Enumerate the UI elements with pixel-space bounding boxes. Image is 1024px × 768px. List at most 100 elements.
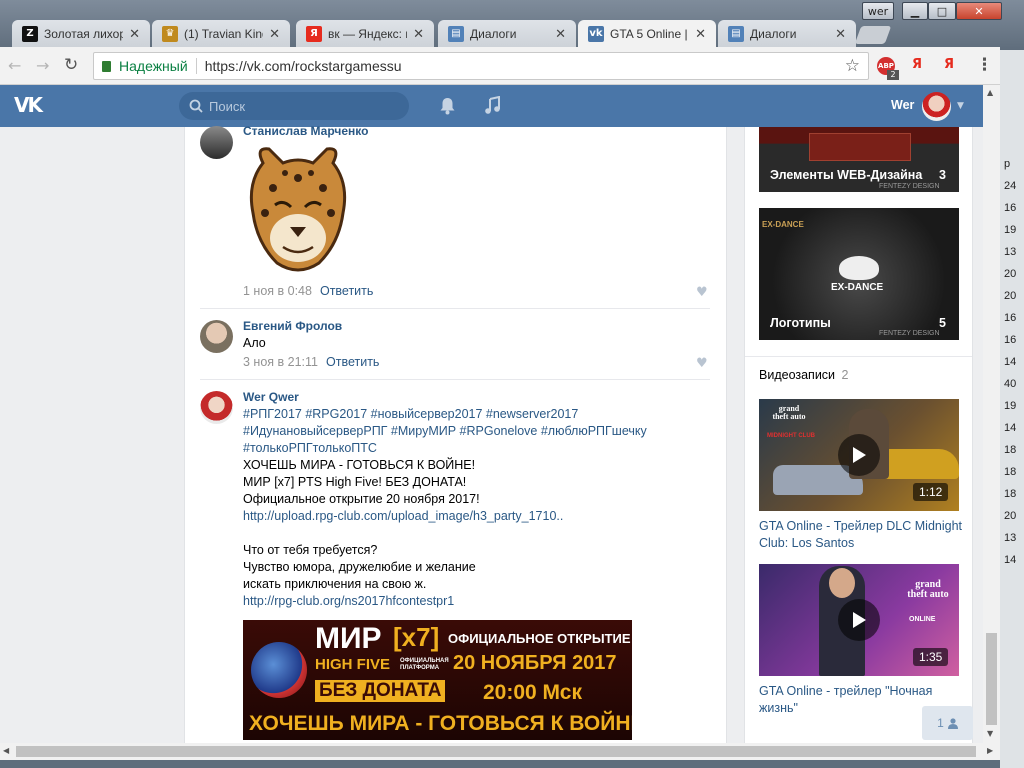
- tab-close-icon[interactable]: ✕: [129, 26, 140, 42]
- horizontal-scrollbar[interactable]: ◀ ▶: [0, 743, 1000, 760]
- tab-4[interactable]: vk GTA 5 Online | ✕: [578, 20, 716, 47]
- scrollbar-thumb[interactable]: [16, 746, 976, 757]
- forward-button[interactable]: →: [36, 56, 49, 75]
- background-cell: 18: [1004, 466, 1017, 478]
- videos-section-header[interactable]: Видеозаписи 2: [759, 368, 848, 382]
- search-input[interactable]: Поиск: [179, 92, 409, 120]
- scroll-left-arrow[interactable]: ◀: [3, 746, 9, 755]
- url-text[interactable]: https://vk.com/rockstargamessu: [205, 58, 402, 74]
- video-thumbnail[interactable]: grand theft auto MIDNIGHT CLUB 1:12: [759, 399, 959, 511]
- comment-meta: 3 ноя в 21:11 Ответить: [243, 355, 380, 369]
- promo-banner-image[interactable]: МИР [x7] ОФИЦИАЛЬНОЕ ОТКРЫТИЕ HIGH FIVE …: [243, 620, 632, 740]
- tab-favicon-icon: ♛: [162, 25, 178, 42]
- album-logos[interactable]: EX-DANCE EX-DANCE Логотипы 5 FENTEZY DES…: [759, 208, 959, 340]
- chevron-down-icon[interactable]: ▼: [957, 101, 964, 111]
- background-cell: 18: [1004, 444, 1017, 456]
- comment-meta: 1 ноя в 0:48 Ответить: [243, 284, 374, 298]
- address-bar[interactable]: Надежный https://vk.com/rockstargamessu …: [93, 52, 869, 80]
- post-text-line: искать приключения на свою ж.: [243, 577, 427, 591]
- tab-2[interactable]: Явк — Яндекс: н ✕: [296, 20, 434, 47]
- album-brand: FENTEZY DESIGN: [879, 330, 940, 337]
- tab-label: GTA 5 Online |: [610, 26, 688, 41]
- post-link[interactable]: http://rpg-club.org/ns2017hfcontestpr1: [243, 593, 713, 610]
- current-user-name[interactable]: Wer: [891, 98, 914, 112]
- post-text-line: Официальное открытие 20 ноября 2017!: [243, 492, 480, 506]
- play-icon[interactable]: [838, 599, 880, 641]
- background-cell: 18: [1004, 488, 1017, 500]
- post-link[interactable]: http://upload.rpg-club.com/upload_image/…: [243, 508, 713, 525]
- comment-author[interactable]: Станислав Марченко: [243, 124, 368, 138]
- comment-author[interactable]: Евгений Фролов: [243, 319, 342, 333]
- leopard-sticker[interactable]: [243, 143, 353, 275]
- video-duration: 1:12: [913, 483, 949, 501]
- tab-close-icon[interactable]: ✕: [413, 26, 424, 42]
- album-count: 3: [939, 168, 946, 182]
- avatar[interactable]: [200, 126, 233, 159]
- avatar[interactable]: [200, 391, 233, 424]
- tab-1[interactable]: ♛ (1) Travian King ✕: [152, 20, 290, 47]
- lock-icon: [102, 60, 111, 72]
- background-cell: 16: [1004, 312, 1017, 324]
- friends-online-button[interactable]: 1: [922, 706, 973, 740]
- album-label: Элементы WEB-Дизайна: [770, 168, 923, 182]
- album-web-design[interactable]: Элементы WEB-Дизайна 3 FENTEZY DESIGN: [759, 127, 959, 192]
- bookmark-star-icon[interactable]: ☆: [845, 56, 860, 76]
- like-heart-icon[interactable]: ♥: [696, 356, 708, 371]
- tab-close-icon[interactable]: ✕: [269, 26, 280, 42]
- tab-close-icon[interactable]: ✕: [835, 26, 846, 42]
- tab-favicon-icon: Z: [22, 25, 38, 42]
- post-link[interactable]: #толькоРПГтолькоПТС: [243, 440, 713, 457]
- like-heart-icon[interactable]: ♥: [696, 285, 708, 300]
- tab-5[interactable]: ▤ Диалоги ✕: [718, 20, 856, 47]
- bell-icon[interactable]: [439, 97, 456, 115]
- vertical-scrollbar[interactable]: ▲ ▼: [983, 85, 1000, 743]
- scroll-right-arrow[interactable]: ▶: [987, 746, 993, 755]
- tab-close-icon[interactable]: ✕: [555, 26, 566, 42]
- music-icon[interactable]: [484, 96, 501, 115]
- tab-favicon-icon: ▤: [448, 25, 464, 42]
- background-cell: 16: [1004, 334, 1017, 346]
- tab-label: Диалоги: [470, 26, 517, 41]
- back-button[interactable]: ←: [8, 56, 21, 75]
- tab-3[interactable]: ▤ Диалоги ✕: [438, 20, 576, 47]
- background-cell: 14: [1004, 554, 1017, 566]
- background-cell: 13: [1004, 532, 1017, 544]
- divider: [200, 308, 710, 309]
- album-label: Логотипы: [770, 316, 831, 330]
- comment-author[interactable]: Wer Qwer: [243, 390, 299, 404]
- reply-link[interactable]: Ответить: [326, 355, 379, 369]
- browser-menu-icon[interactable]: ⋮: [976, 55, 993, 75]
- post-link[interactable]: #РПГ2017 #RPG2017 #новыйсервер2017 #news…: [243, 406, 713, 423]
- scroll-down-arrow[interactable]: ▼: [987, 729, 993, 738]
- scrollbar-thumb[interactable]: [986, 633, 997, 725]
- tab-close-icon[interactable]: ✕: [695, 26, 706, 42]
- post-text-line: МИР [x7] PTS High Five! БЕЗ ДОНАТА!: [243, 475, 467, 489]
- yandex-bar-icon[interactable]: Я: [944, 57, 954, 72]
- background-cell: 40: [1004, 378, 1017, 390]
- post-link[interactable]: #ИдунановыйсерверРПГ #МируМИР #RPGonelov…: [243, 423, 713, 440]
- current-user-avatar[interactable]: [922, 92, 951, 121]
- play-icon[interactable]: [838, 434, 880, 476]
- video-thumbnail[interactable]: grand theft auto ONLINE 1:35: [759, 564, 959, 676]
- yandex-extension-icon[interactable]: Я: [912, 57, 922, 72]
- album-count: 5: [939, 316, 946, 330]
- reply-link[interactable]: Ответить: [320, 284, 373, 298]
- tab-0[interactable]: Z Золотая лихор ✕: [12, 20, 150, 47]
- video-title[interactable]: GTA Online - Трейлер DLC Midnight Club: …: [759, 518, 964, 552]
- tab-label: вк — Яндекс: н: [328, 26, 408, 41]
- album-brand: FENTEZY DESIGN: [879, 183, 940, 190]
- scroll-up-arrow[interactable]: ▲: [987, 88, 993, 97]
- user-profile-badge[interactable]: wer: [862, 2, 894, 20]
- maximize-button[interactable]: □: [928, 2, 956, 20]
- tab-label: (1) Travian King: [184, 26, 264, 41]
- vk-logo[interactable]: VK: [14, 93, 48, 119]
- background-cell: 19: [1004, 224, 1017, 236]
- globe-logo: [251, 642, 307, 698]
- adblock-count-badge: 2: [887, 70, 899, 80]
- minimize-button[interactable]: ▁: [902, 2, 928, 20]
- avatar[interactable]: [200, 320, 233, 353]
- close-window-button[interactable]: ✕: [956, 2, 1002, 20]
- tab-label: Диалоги: [750, 26, 797, 41]
- post-text-line: [243, 525, 713, 542]
- reload-button[interactable]: ↻: [64, 55, 78, 75]
